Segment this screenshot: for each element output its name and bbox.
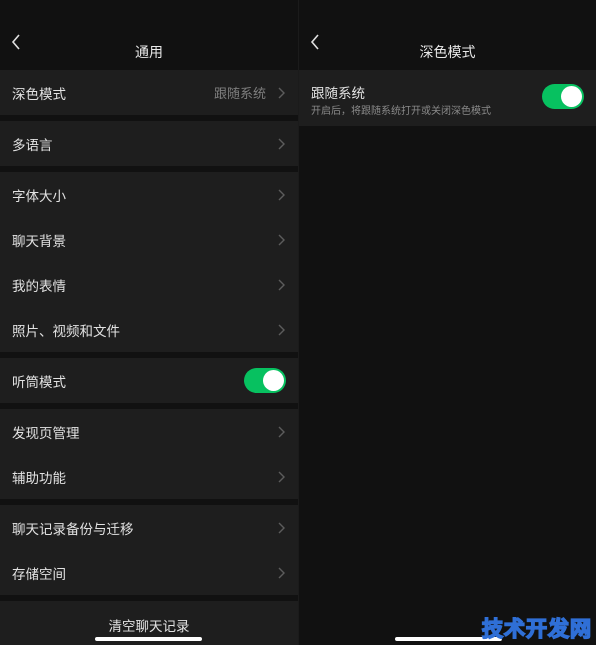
chevron-right-icon <box>276 522 286 534</box>
settings-item-media-files[interactable]: 照片、视频和文件 <box>0 307 298 352</box>
follow-system-description: 开启后，将跟随系统打开或关闭深色模式 <box>311 106 491 117</box>
earpiece-mode-toggle[interactable] <box>244 368 286 393</box>
page-title: 深色模式 <box>419 45 476 61</box>
follow-system-toggle[interactable] <box>542 84 584 109</box>
chevron-right-icon <box>276 471 286 483</box>
watermark: 技术开发网 <box>481 616 592 642</box>
toggle-knob <box>263 370 284 391</box>
chevron-right-icon <box>276 87 286 99</box>
chevron-right-icon <box>276 567 286 579</box>
chevron-right-icon <box>276 234 286 246</box>
settings-group-display: 字体大小 聊天背景 我的表情 照片、视频和文件 <box>0 172 298 352</box>
settings-group-features: 发现页管理 辅助功能 <box>0 409 298 499</box>
settings-item-value: 跟随系统 <box>213 87 266 102</box>
settings-item-label: 我的表情 <box>12 278 66 295</box>
settings-item-accessibility[interactable]: 辅助功能 <box>0 454 298 499</box>
settings-group-language: 多语言 <box>0 121 298 166</box>
settings-item-label: 听筒模式 <box>12 374 66 391</box>
follow-system-row: 跟随系统 开启后，将跟随系统打开或关闭深色模式 <box>299 70 596 126</box>
settings-item-label: 聊天背景 <box>12 233 66 250</box>
settings-item-label: 照片、视频和文件 <box>12 323 120 340</box>
dark-mode-panel: 深色模式 跟随系统 开启后，将跟随系统打开或关闭深色模式 <box>298 0 596 645</box>
settings-item-storage[interactable]: 存储空间 <box>0 550 298 595</box>
chevron-right-icon <box>276 426 286 438</box>
settings-item-label: 辅助功能 <box>12 470 66 487</box>
settings-item-dark-mode[interactable]: 深色模式 跟随系统 <box>0 70 298 115</box>
settings-item-earpiece-mode: 听筒模式 <box>0 358 298 403</box>
settings-item-label: 深色模式 <box>12 86 66 103</box>
navbar: 深色模式 <box>299 0 596 70</box>
settings-item-font-size[interactable]: 字体大小 <box>0 172 298 217</box>
general-settings-panel: 通用 深色模式 跟随系统 多语言 字体大小 聊天背景 我的表情 照片、视频和文件 <box>0 0 298 645</box>
settings-item-label: 聊天记录备份与迁移 <box>12 521 134 538</box>
settings-item-label: 多语言 <box>12 137 53 154</box>
navbar: 通用 <box>0 0 298 70</box>
settings-group-dark-mode: 深色模式 跟随系统 <box>0 70 298 115</box>
follow-system-title: 跟随系统 <box>311 86 365 102</box>
settings-item-label: 字体大小 <box>12 188 66 205</box>
settings-item-chat-backup[interactable]: 聊天记录备份与迁移 <box>0 505 298 550</box>
settings-item-label: 发现页管理 <box>12 425 80 442</box>
chevron-right-icon <box>276 324 286 336</box>
settings-group-storage: 聊天记录备份与迁移 存储空间 <box>0 505 298 595</box>
settings-group-earpiece: 听筒模式 <box>0 358 298 403</box>
settings-item-discover-management[interactable]: 发现页管理 <box>0 409 298 454</box>
settings-item-label: 存储空间 <box>12 566 66 583</box>
clear-chat-history-label: 清空聊天记录 <box>108 619 190 635</box>
settings-item-chat-background[interactable]: 聊天背景 <box>0 217 298 262</box>
page-title: 通用 <box>135 45 163 61</box>
home-indicator <box>95 637 202 641</box>
settings-item-stickers[interactable]: 我的表情 <box>0 262 298 307</box>
chevron-right-icon <box>276 279 286 291</box>
toggle-knob <box>561 86 582 107</box>
chevron-right-icon <box>276 189 286 201</box>
chevron-right-icon <box>276 138 286 150</box>
settings-item-language[interactable]: 多语言 <box>0 121 298 166</box>
